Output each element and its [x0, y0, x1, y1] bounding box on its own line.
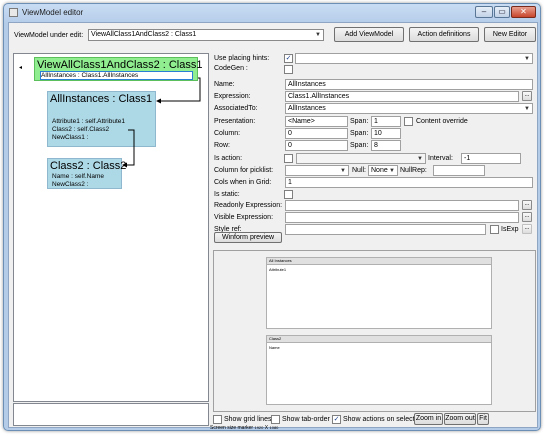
interval-input[interactable]: -1: [461, 153, 521, 164]
null-select[interactable]: None ▼: [368, 165, 398, 176]
span-input-2[interactable]: 10: [371, 128, 401, 139]
readonly-expression-label: Readonly Expression:: [214, 202, 283, 209]
editor-client-area: ViewModel under edit: ViewAllClass1AndCl…: [8, 22, 538, 431]
use-placing-hints-checkbox[interactable]: ✓: [284, 54, 293, 63]
viewmodel-selector[interactable]: ViewAllClass1AndClass2 : Class1 ▼: [88, 29, 324, 41]
span-input-1[interactable]: 1: [371, 116, 401, 127]
maximize-button[interactable]: ▭: [494, 6, 510, 18]
readonly-expression-input[interactable]: [285, 200, 519, 211]
minimize-button[interactable]: –: [475, 6, 493, 18]
close-button[interactable]: ✕: [511, 6, 536, 18]
readonly-ellipsis-button[interactable]: ...: [522, 200, 532, 210]
span-label-3: Span:: [350, 142, 369, 149]
add-viewmodel-button[interactable]: Add ViewModel: [334, 27, 404, 42]
row-input[interactable]: 0: [285, 140, 348, 151]
winform-preview-area[interactable]: All Instances Attribute1 Class2 Name: [213, 250, 536, 412]
preview-box-title: Class2: [267, 336, 491, 343]
row-label: Row:: [214, 142, 230, 149]
chevron-down-icon: ▼: [389, 168, 395, 174]
title-bar[interactable]: ViewModel editor – ▭ ✕: [4, 4, 540, 22]
screen-size-marker-label: Screen size marker: [210, 425, 254, 431]
interval-label: Interval:: [428, 155, 453, 162]
associated-to-value: AllInstances: [288, 105, 326, 112]
chevron-down-icon: ▼: [524, 106, 530, 112]
style-ref-ellipsis-button[interactable]: ...: [522, 224, 532, 234]
span-label-2: Span:: [350, 130, 369, 137]
span-input-3[interactable]: 8: [371, 140, 401, 151]
isexp-label: IsExp: [501, 226, 519, 233]
nullrep-input[interactable]: [433, 165, 485, 176]
winform-preview-button[interactable]: Winform preview: [214, 232, 282, 243]
associated-to-select[interactable]: AllInstances ▼: [285, 103, 533, 114]
preview-box-row: Name: [269, 345, 280, 350]
expression-ellipsis-button[interactable]: ...: [522, 91, 532, 101]
is-static-checkbox[interactable]: [284, 190, 293, 199]
name-input[interactable]: AllInstances: [285, 79, 533, 90]
zoom-in-button[interactable]: Zoom in: [414, 413, 443, 425]
null-select-value: None: [371, 167, 388, 174]
window-title: ViewModel editor: [22, 8, 84, 17]
screen-size-width: 1920: [254, 425, 264, 430]
show-actions-label: Show actions on select: [343, 416, 415, 423]
viewmodel-tree-pane[interactable]: ◂ ViewAllClass1AndClass2 : Class1 AllIns…: [13, 53, 209, 402]
placing-hint-select[interactable]: ▼: [295, 53, 533, 64]
preview-box-all-instances: All Instances Attribute1: [266, 257, 492, 329]
chevron-down-icon: ▼: [417, 156, 423, 162]
presentation-label: Presentation:: [214, 118, 256, 125]
visible-ellipsis-button[interactable]: ...: [522, 212, 532, 222]
is-action-checkbox[interactable]: [284, 154, 293, 163]
use-placing-hints-label: Use placing hints:: [214, 55, 270, 62]
show-tab-order-checkbox[interactable]: [271, 415, 280, 424]
viewmodel-selector-value: ViewAllClass1AndClass2 : Class1: [91, 31, 197, 38]
cols-when-in-grid-input[interactable]: 1: [285, 177, 533, 188]
column-label: Column:: [214, 130, 241, 137]
content-override-checkbox[interactable]: [404, 117, 413, 126]
visible-expression-input[interactable]: [285, 212, 519, 223]
visible-expression-label: Visible Expression:: [214, 214, 274, 221]
presentation-input[interactable]: <Name>: [285, 116, 348, 127]
name-label: Name:: [214, 81, 235, 88]
isexp-checkbox[interactable]: [490, 225, 499, 234]
picklist-column-select[interactable]: ▼: [285, 165, 349, 176]
action-definitions-button[interactable]: Action definitions: [409, 27, 479, 42]
style-ref-input[interactable]: [285, 224, 486, 235]
new-editor-button[interactable]: New Editor: [484, 27, 536, 42]
associated-to-label: AssociatedTo:: [214, 105, 258, 112]
screen-size-separator: X: [264, 425, 269, 431]
expression-input[interactable]: Class1.AllInstances: [285, 91, 519, 102]
preview-box-title: All Instances: [267, 258, 491, 265]
nullrep-label: NullRep:: [400, 167, 427, 174]
column-for-picklist-label: Column for picklist:: [214, 167, 274, 174]
span-label-1: Span:: [350, 118, 369, 125]
codegen-checkbox[interactable]: [284, 65, 293, 74]
app-icon: [9, 8, 18, 17]
status-pane: [13, 403, 209, 426]
content-override-label: Content override: [416, 118, 468, 125]
column-input[interactable]: 0: [285, 128, 348, 139]
is-static-label: Is static:: [214, 191, 240, 198]
screen-size-marker: Screen size marker 1920 X 1080: [210, 425, 278, 431]
fit-button[interactable]: Fit: [477, 413, 489, 425]
is-action-label: Is action:: [214, 155, 243, 162]
show-grid-lines-checkbox[interactable]: [213, 415, 222, 424]
zoom-out-button[interactable]: Zoom out: [444, 413, 476, 425]
show-tab-order-label: Show tab-order: [282, 416, 330, 423]
connector-lines: [122, 77, 201, 168]
viewmodel-under-edit-label: ViewModel under edit:: [14, 32, 84, 39]
show-actions-checkbox[interactable]: ✓: [332, 415, 341, 424]
chevron-down-icon: ▼: [315, 32, 321, 38]
action-select[interactable]: ▼: [296, 153, 426, 164]
null-label: Null:: [352, 167, 367, 174]
chevron-down-icon: ▼: [524, 56, 530, 62]
viewmodel-editor-window: ViewModel editor – ▭ ✕ ViewModel under e…: [3, 3, 541, 431]
show-grid-lines-label: Show grid lines: [224, 416, 272, 423]
expression-label: Expression:: [214, 93, 251, 100]
cols-when-in-grid-label: Cols when in Grid:: [214, 179, 272, 186]
preview-box-class2: Class2 Name: [266, 335, 492, 405]
chevron-down-icon: ▼: [340, 168, 346, 174]
preview-box-row: Attribute1: [269, 267, 287, 272]
screen-size-height: 1080: [269, 425, 279, 430]
codegen-label: CodeGen :: [214, 65, 248, 72]
